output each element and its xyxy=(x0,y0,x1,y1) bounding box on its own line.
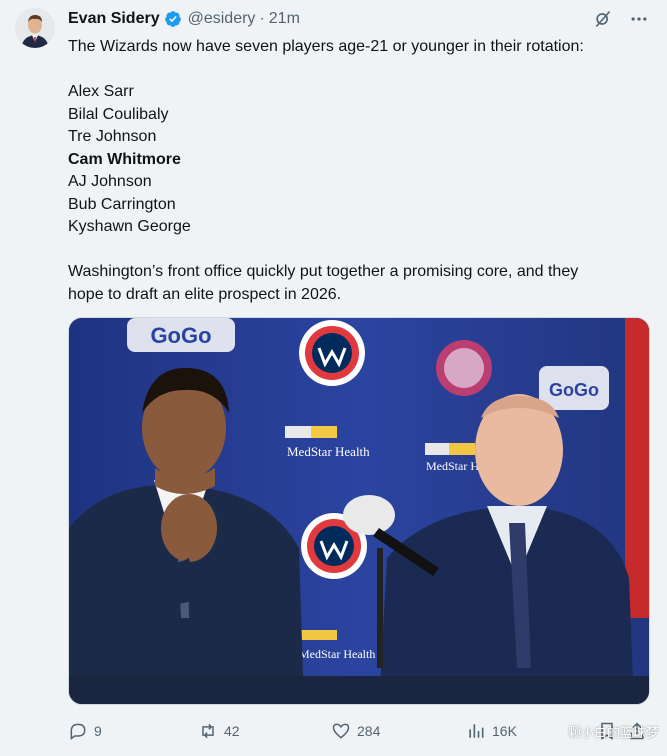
avatar[interactable] xyxy=(15,8,55,48)
reply-count: 9 xyxy=(94,723,102,739)
player-name: Bilal Coulibaly xyxy=(68,105,169,123)
player-name: Alex Sarr xyxy=(68,83,134,100)
mystics-logo xyxy=(436,340,492,396)
verified-badge-icon xyxy=(164,10,182,28)
author-name[interactable]: Evan Sidery xyxy=(68,10,160,28)
views-button[interactable]: 16K xyxy=(466,718,517,744)
backdrop-logo-text: GoGo xyxy=(150,323,211,348)
tweet-text: The Wizards now have seven players age-2… xyxy=(68,36,648,306)
player-name-highlighted: Cam Whitmore xyxy=(68,150,181,168)
like-count: 284 xyxy=(357,723,381,739)
backdrop-logo-text: MedStar Health xyxy=(287,444,370,459)
repost-button[interactable]: 42 xyxy=(198,718,240,744)
reply-button[interactable]: 9 xyxy=(68,718,102,744)
tweet-photo[interactable]: GoGo GoGo MedStar Health MedStar Health … xyxy=(68,317,650,705)
more-icon[interactable] xyxy=(629,9,649,29)
repost-icon xyxy=(198,721,218,741)
player-name: AJ Johnson xyxy=(68,173,152,190)
action-bar: 9 42 284 16K xyxy=(68,718,650,744)
timestamp[interactable]: 21m xyxy=(269,10,300,28)
backdrop-logo-text: GoGo xyxy=(549,380,599,400)
gogo-logo: GoGo xyxy=(127,318,235,352)
tweet-outro: Washington’s front office quickly put to… xyxy=(68,263,579,280)
grok-icon[interactable] xyxy=(593,9,613,29)
top-actions xyxy=(593,9,649,29)
tweet-outro: hope to draft an elite prospect in 2026. xyxy=(68,285,342,303)
views-count: 16K xyxy=(492,723,517,739)
backdrop-logo-text: MedStar Health xyxy=(299,647,375,661)
gogo-logo: GoGo xyxy=(539,366,609,410)
like-icon xyxy=(331,721,351,741)
player-name: Tre Johnson xyxy=(68,128,157,145)
separator-dot: · xyxy=(259,10,265,27)
like-button[interactable]: 284 xyxy=(331,718,380,744)
author-handle[interactable]: @esidery xyxy=(188,10,256,28)
player-name: Bub Carrington xyxy=(68,195,176,213)
reply-icon xyxy=(68,721,88,741)
views-icon xyxy=(466,721,486,741)
wizards-logo xyxy=(299,320,365,386)
watermark: 颗小白的篮球梦 xyxy=(567,725,659,740)
tweet-intro: The Wizards now have seven players age-2… xyxy=(68,38,584,55)
tweet-header: Evan Sidery @esidery · 21m xyxy=(68,8,300,30)
player-name: Kyshawn George xyxy=(68,218,191,235)
repost-count: 42 xyxy=(224,723,240,739)
